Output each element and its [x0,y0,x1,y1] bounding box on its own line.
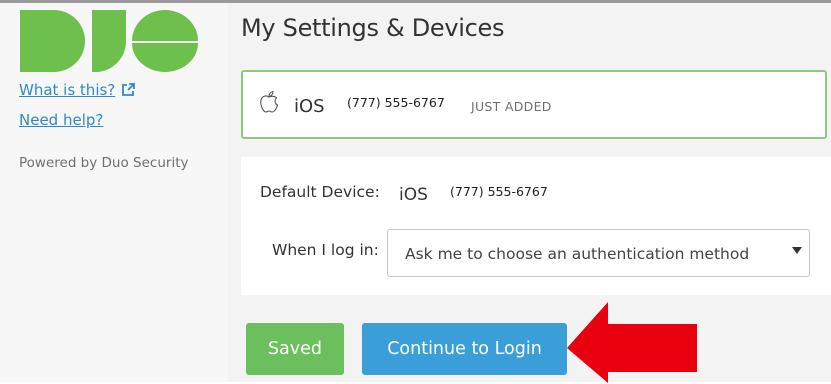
when-i-log-in-label: When I log in: [272,241,379,259]
powered-by-text: Powered by Duo Security [19,155,189,171]
external-link-icon[interactable] [121,83,135,97]
duo-logo [20,10,198,72]
default-device-label: Default Device: [260,183,380,201]
red-arrow-pointer-icon [567,302,697,383]
need-help-link[interactable]: Need help? [19,111,103,129]
device-os: iOS [294,96,325,117]
what-is-this-link[interactable]: What is this? [19,81,115,99]
device-phone-number: (777) 555-6767 [347,95,445,110]
apple-icon [260,90,279,113]
saved-button[interactable]: Saved [246,323,344,375]
default-device-phone: (777) 555-6767 [450,184,548,199]
default-device-os: iOS [399,185,428,205]
page-title: My Settings & Devices [241,14,505,42]
continue-to-login-button[interactable]: Continue to Login [362,323,567,375]
device-status-badge: JUST ADDED [471,99,552,114]
login-method-selected-value[interactable]: Ask me to choose an authentication metho… [405,245,749,263]
chevron-down-icon[interactable] [792,247,802,254]
